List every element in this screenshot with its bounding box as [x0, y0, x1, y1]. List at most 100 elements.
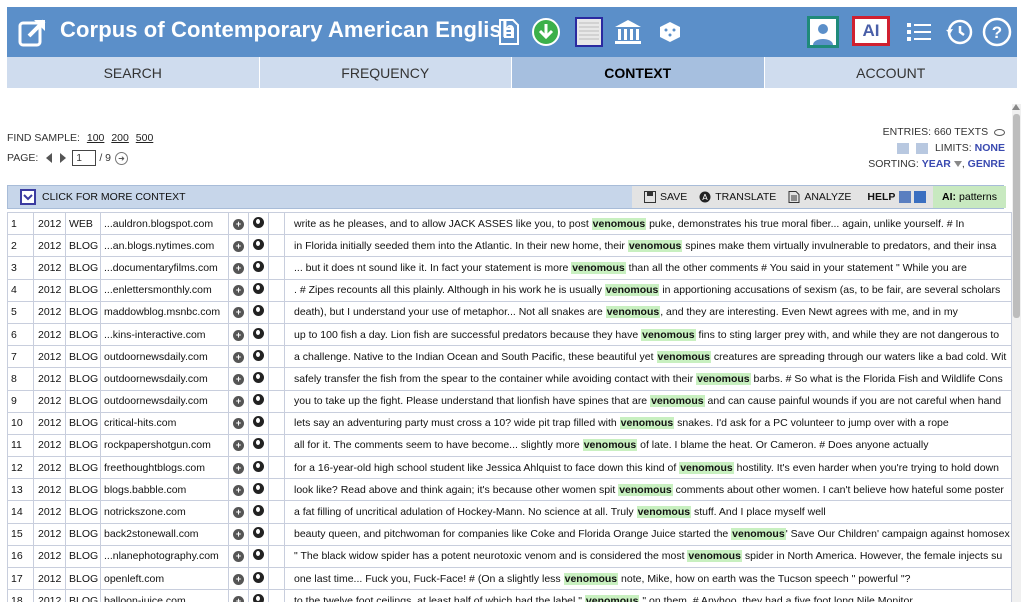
row-source-link[interactable]: maddowblog.msnbc.com	[100, 300, 229, 324]
row-source-link[interactable]: outdoornewsdaily.com	[100, 367, 229, 391]
table-row[interactable]: 13 2012 BLOG blogs.babble.com + look like? Re…	[7, 478, 1012, 502]
help-save-icon[interactable]	[899, 191, 912, 203]
user-icon[interactable]	[807, 16, 839, 48]
keyword-highlight[interactable]: venomous	[618, 483, 673, 496]
row-expand-cell[interactable]: +	[228, 234, 249, 258]
expand-plus-icon[interactable]: +	[233, 373, 244, 385]
row-context[interactable]: one last time... Fuck you, Fuck-Face! # …	[284, 566, 1012, 591]
table-row[interactable]: 17 2012 BLOG openleft.com + one last time... …	[7, 566, 1012, 591]
row-source-link[interactable]: ...documentaryfilms.com	[100, 256, 229, 280]
keyword-highlight[interactable]: venomous	[650, 395, 705, 408]
keyword-highlight[interactable]: venomous	[604, 284, 660, 297]
museum-icon[interactable]	[611, 15, 645, 49]
row-expand-cell[interactable]: +	[228, 411, 249, 435]
keyword-highlight[interactable]: venomous	[641, 328, 696, 341]
globe-icon[interactable]	[253, 549, 264, 561]
list-icon[interactable]	[902, 15, 936, 49]
row-translate-cell[interactable]	[248, 345, 269, 369]
help-icon[interactable]: ?	[980, 15, 1014, 49]
table-row[interactable]: 7 2012 BLOG outdoornewsdaily.com + a challeng…	[7, 345, 1012, 369]
expand-plus-icon[interactable]: +	[233, 507, 244, 519]
row-source-link[interactable]: critical-hits.com	[100, 411, 229, 435]
translate-button[interactable]: A TRANSLATE	[699, 191, 776, 203]
expand-plus-icon[interactable]: +	[233, 218, 244, 230]
sort-year-link[interactable]: YEAR	[922, 158, 951, 170]
row-context[interactable]: beauty queen, and pitchwoman for compani…	[284, 522, 1012, 546]
sample-200-link[interactable]: 200	[111, 132, 129, 144]
more-context-label[interactable]: CLICK FOR MORE CONTEXT	[42, 191, 186, 203]
globe-icon[interactable]	[253, 216, 264, 228]
row-translate-cell[interactable]	[248, 589, 269, 602]
keyword-highlight[interactable]: venomous	[619, 417, 675, 430]
row-source-link[interactable]: ...auldron.blogspot.com	[100, 212, 229, 236]
expand-plus-icon[interactable]: +	[233, 329, 244, 341]
table-row[interactable]: 3 2012 BLOG ...documentaryfilms.com + ... but…	[7, 256, 1012, 280]
row-source-link[interactable]: balloon-juice.com	[100, 589, 229, 602]
row-context[interactable]: a fat filling of uncritical adulation of…	[284, 500, 1012, 524]
globe-icon[interactable]	[253, 571, 264, 583]
row-source-link[interactable]: outdoornewsdaily.com	[100, 345, 229, 369]
history-icon[interactable]	[942, 15, 976, 49]
tab-account[interactable]: ACCOUNT	[765, 57, 1018, 88]
keyword-highlight[interactable]: venomous	[571, 261, 626, 274]
scroll-thumb[interactable]	[1013, 114, 1020, 318]
row-translate-cell[interactable]	[248, 522, 269, 546]
table-row[interactable]: 15 2012 BLOG back2stonewall.com + beauty quee…	[7, 522, 1012, 546]
keyword-highlight[interactable]: venomous	[627, 239, 683, 252]
row-expand-cell[interactable]: +	[228, 256, 249, 280]
expand-plus-icon[interactable]: +	[233, 351, 244, 363]
expand-plus-icon[interactable]: +	[233, 573, 244, 585]
keyword-highlight[interactable]: venomous	[636, 506, 692, 519]
table-row[interactable]: 1 2012 WEB ...auldron.blogspot.com + write as…	[7, 212, 1012, 236]
table-row[interactable]: 4 2012 BLOG ...enlettersmonthly.com + . # Zip…	[7, 278, 1012, 302]
row-translate-cell[interactable]	[248, 300, 269, 324]
vertical-scrollbar[interactable]	[1012, 104, 1021, 602]
globe-icon[interactable]	[253, 238, 264, 250]
row-source-link[interactable]: ...an.blogs.nytimes.com	[100, 234, 229, 258]
expand-plus-icon[interactable]: +	[233, 307, 244, 319]
expand-plus-icon[interactable]: +	[233, 440, 244, 452]
row-source-link[interactable]: rockpapershotgun.com	[100, 433, 229, 458]
row-source-link[interactable]: back2stonewall.com	[100, 522, 229, 546]
globe-icon[interactable]	[253, 527, 264, 539]
row-translate-cell[interactable]	[248, 566, 269, 591]
row-source-link[interactable]: outdoornewsdaily.com	[100, 389, 229, 413]
expand-plus-icon[interactable]: +	[233, 262, 244, 274]
row-source-link[interactable]: ...enlettersmonthly.com	[100, 278, 229, 302]
row-context[interactable]: write as he pleases, and to allow JACK A…	[284, 212, 1012, 236]
ai-button[interactable]: AI	[852, 16, 890, 46]
row-expand-cell[interactable]: +	[228, 522, 249, 546]
row-context[interactable]: look like? Read above and think again; i…	[284, 478, 1012, 502]
row-expand-cell[interactable]: +	[228, 345, 249, 369]
eye-icon[interactable]	[994, 128, 1005, 136]
row-translate-cell[interactable]	[248, 478, 269, 502]
keyword-highlight[interactable]: venomous	[605, 306, 661, 319]
row-translate-cell[interactable]	[248, 256, 269, 280]
save-button[interactable]: SAVE	[644, 191, 687, 203]
keyword-highlight[interactable]: venomous	[679, 461, 734, 474]
row-context[interactable]: lets say an adventuring party must cross…	[284, 411, 1012, 435]
row-expand-cell[interactable]: +	[228, 456, 249, 480]
expand-plus-icon[interactable]: +	[233, 551, 244, 563]
row-translate-cell[interactable]	[248, 433, 269, 458]
row-expand-cell[interactable]: +	[228, 433, 249, 458]
globe-icon[interactable]	[253, 482, 264, 494]
globe-icon[interactable]	[253, 416, 264, 428]
row-expand-cell[interactable]: +	[228, 322, 249, 347]
ai-patterns-button[interactable]: AI: patterns	[933, 186, 1006, 208]
row-translate-cell[interactable]	[248, 234, 269, 258]
globe-icon[interactable]	[253, 460, 264, 472]
table-row[interactable]: 9 2012 BLOG outdoornewsdaily.com + you to tak…	[7, 389, 1012, 413]
globe-icon[interactable]	[253, 438, 264, 450]
row-translate-cell[interactable]	[248, 212, 269, 236]
row-context[interactable]: a challenge. Native to the Indian Ocean …	[284, 345, 1012, 369]
go-page-icon[interactable]: ➜	[115, 151, 129, 165]
row-source-link[interactable]: notrickszone.com	[100, 500, 229, 524]
keyword-highlight[interactable]: venomous	[731, 528, 786, 541]
row-expand-cell[interactable]: +	[228, 367, 249, 391]
download-icon[interactable]	[529, 15, 563, 49]
expand-plus-icon[interactable]: +	[233, 529, 244, 541]
row-source-link[interactable]: ...nlanephotography.com	[100, 544, 229, 569]
row-expand-cell[interactable]: +	[228, 500, 249, 524]
table-row[interactable]: 5 2012 BLOG maddowblog.msnbc.com + death), bu…	[7, 300, 1012, 324]
